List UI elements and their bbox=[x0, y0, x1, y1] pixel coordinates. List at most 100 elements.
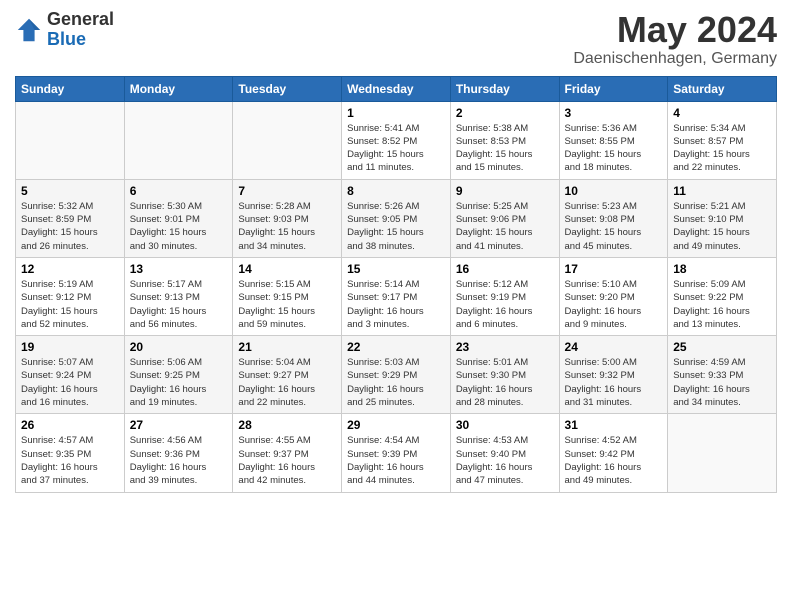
day-info: Sunrise: 4:55 AM Sunset: 9:37 PM Dayligh… bbox=[238, 434, 336, 487]
day-info: Sunrise: 5:10 AM Sunset: 9:20 PM Dayligh… bbox=[565, 278, 663, 331]
calendar-cell: 29 Sunrise: 4:54 AM Sunset: 9:39 PM Dayli… bbox=[342, 414, 451, 492]
day-number: 21 bbox=[238, 340, 336, 354]
day-number: 22 bbox=[347, 340, 445, 354]
calendar-cell: 30 Sunrise: 4:53 AM Sunset: 9:40 PM Dayli… bbox=[450, 414, 559, 492]
calendar-cell: 18 Sunrise: 5:09 AM Sunset: 9:22 PM Dayli… bbox=[668, 257, 777, 335]
day-info: Sunrise: 5:14 AM Sunset: 9:17 PM Dayligh… bbox=[347, 278, 445, 331]
day-info: Sunrise: 4:54 AM Sunset: 9:39 PM Dayligh… bbox=[347, 434, 445, 487]
col-wednesday: Wednesday bbox=[342, 76, 451, 101]
day-number: 29 bbox=[347, 418, 445, 432]
day-number: 4 bbox=[673, 106, 771, 120]
header: General Blue May 2024 Daenischenhagen, G… bbox=[15, 10, 777, 68]
calendar-cell: 7 Sunrise: 5:28 AM Sunset: 9:03 PM Daylig… bbox=[233, 179, 342, 257]
day-number: 30 bbox=[456, 418, 554, 432]
calendar-cell: 20Sunrise: 5:06 AM Sunset: 9:25 PM Dayli… bbox=[124, 336, 233, 414]
day-info: Sunrise: 5:26 AM Sunset: 9:05 PM Dayligh… bbox=[347, 200, 445, 253]
day-info: Sunrise: 5:41 AM Sunset: 8:52 PM Dayligh… bbox=[347, 122, 445, 175]
calendar-week-2: 5 Sunrise: 5:32 AM Sunset: 8:59 PM Daylig… bbox=[16, 179, 777, 257]
calendar-cell: 11 Sunrise: 5:21 AM Sunset: 9:10 PM Dayli… bbox=[668, 179, 777, 257]
calendar-cell: 25 Sunrise: 4:59 AM Sunset: 9:33 PM Dayli… bbox=[668, 336, 777, 414]
calendar-cell: 21 Sunrise: 5:04 AM Sunset: 9:27 PM Dayli… bbox=[233, 336, 342, 414]
calendar-cell: 26Sunrise: 4:57 AM Sunset: 9:35 PM Dayli… bbox=[16, 414, 125, 492]
day-info: Sunrise: 5:04 AM Sunset: 9:27 PM Dayligh… bbox=[238, 356, 336, 409]
logo-text: General Blue bbox=[47, 10, 114, 50]
day-info: Sunrise: 5:03 AM Sunset: 9:29 PM Dayligh… bbox=[347, 356, 445, 409]
day-number: 25 bbox=[673, 340, 771, 354]
calendar-week-1: 1 Sunrise: 5:41 AM Sunset: 8:52 PM Daylig… bbox=[16, 101, 777, 179]
calendar-cell: 15Sunrise: 5:14 AM Sunset: 9:17 PM Dayli… bbox=[342, 257, 451, 335]
col-tuesday: Tuesday bbox=[233, 76, 342, 101]
day-number: 7 bbox=[238, 184, 336, 198]
col-friday: Friday bbox=[559, 76, 668, 101]
calendar-cell: 24Sunrise: 5:00 AM Sunset: 9:32 PM Dayli… bbox=[559, 336, 668, 414]
day-number: 12 bbox=[21, 262, 119, 276]
page-container: General Blue May 2024 Daenischenhagen, G… bbox=[0, 0, 792, 503]
day-info: Sunrise: 5:36 AM Sunset: 8:55 PM Dayligh… bbox=[565, 122, 663, 175]
day-info: Sunrise: 5:30 AM Sunset: 9:01 PM Dayligh… bbox=[130, 200, 228, 253]
day-number: 19 bbox=[21, 340, 119, 354]
day-number: 14 bbox=[238, 262, 336, 276]
calendar-table: Sunday Monday Tuesday Wednesday Thursday… bbox=[15, 76, 777, 493]
calendar-cell: 4 Sunrise: 5:34 AM Sunset: 8:57 PM Daylig… bbox=[668, 101, 777, 179]
day-info: Sunrise: 5:06 AM Sunset: 9:25 PM Dayligh… bbox=[130, 356, 228, 409]
col-thursday: Thursday bbox=[450, 76, 559, 101]
day-info: Sunrise: 4:59 AM Sunset: 9:33 PM Dayligh… bbox=[673, 356, 771, 409]
calendar-cell: 17 Sunrise: 5:10 AM Sunset: 9:20 PM Dayli… bbox=[559, 257, 668, 335]
day-number: 6 bbox=[130, 184, 228, 198]
day-info: Sunrise: 5:15 AM Sunset: 9:15 PM Dayligh… bbox=[238, 278, 336, 331]
calendar-cell bbox=[124, 101, 233, 179]
calendar-cell: 23Sunrise: 5:01 AM Sunset: 9:30 PM Dayli… bbox=[450, 336, 559, 414]
day-number: 18 bbox=[673, 262, 771, 276]
day-info: Sunrise: 5:28 AM Sunset: 9:03 PM Dayligh… bbox=[238, 200, 336, 253]
calendar-cell: 22 Sunrise: 5:03 AM Sunset: 9:29 PM Dayli… bbox=[342, 336, 451, 414]
calendar-week-3: 12 Sunrise: 5:19 AM Sunset: 9:12 PM Dayli… bbox=[16, 257, 777, 335]
calendar-cell: 2 Sunrise: 5:38 AM Sunset: 8:53 PM Daylig… bbox=[450, 101, 559, 179]
day-number: 9 bbox=[456, 184, 554, 198]
day-info: Sunrise: 5:38 AM Sunset: 8:53 PM Dayligh… bbox=[456, 122, 554, 175]
location: Daenischenhagen, Germany bbox=[573, 50, 777, 68]
col-monday: Monday bbox=[124, 76, 233, 101]
calendar-cell bbox=[16, 101, 125, 179]
day-info: Sunrise: 4:53 AM Sunset: 9:40 PM Dayligh… bbox=[456, 434, 554, 487]
calendar-cell: 1 Sunrise: 5:41 AM Sunset: 8:52 PM Daylig… bbox=[342, 101, 451, 179]
day-number: 1 bbox=[347, 106, 445, 120]
calendar-cell: 3 Sunrise: 5:36 AM Sunset: 8:55 PM Daylig… bbox=[559, 101, 668, 179]
title-block: May 2024 Daenischenhagen, Germany bbox=[573, 10, 777, 68]
logo: General Blue bbox=[15, 10, 114, 50]
calendar-cell: 19Sunrise: 5:07 AM Sunset: 9:24 PM Dayli… bbox=[16, 336, 125, 414]
day-number: 28 bbox=[238, 418, 336, 432]
calendar-week-4: 19Sunrise: 5:07 AM Sunset: 9:24 PM Dayli… bbox=[16, 336, 777, 414]
day-info: Sunrise: 5:17 AM Sunset: 9:13 PM Dayligh… bbox=[130, 278, 228, 331]
day-number: 26 bbox=[21, 418, 119, 432]
day-info: Sunrise: 5:25 AM Sunset: 9:06 PM Dayligh… bbox=[456, 200, 554, 253]
day-info: Sunrise: 5:00 AM Sunset: 9:32 PM Dayligh… bbox=[565, 356, 663, 409]
day-info: Sunrise: 5:12 AM Sunset: 9:19 PM Dayligh… bbox=[456, 278, 554, 331]
calendar-cell: 16 Sunrise: 5:12 AM Sunset: 9:19 PM Dayli… bbox=[450, 257, 559, 335]
day-info: Sunrise: 5:01 AM Sunset: 9:30 PM Dayligh… bbox=[456, 356, 554, 409]
calendar-cell: 6 Sunrise: 5:30 AM Sunset: 9:01 PM Daylig… bbox=[124, 179, 233, 257]
day-number: 2 bbox=[456, 106, 554, 120]
calendar-cell: 28 Sunrise: 4:55 AM Sunset: 9:37 PM Dayli… bbox=[233, 414, 342, 492]
day-number: 13 bbox=[130, 262, 228, 276]
col-saturday: Saturday bbox=[668, 76, 777, 101]
day-info: Sunrise: 5:34 AM Sunset: 8:57 PM Dayligh… bbox=[673, 122, 771, 175]
day-info: Sunrise: 5:19 AM Sunset: 9:12 PM Dayligh… bbox=[21, 278, 119, 331]
calendar-cell: 8 Sunrise: 5:26 AM Sunset: 9:05 PM Daylig… bbox=[342, 179, 451, 257]
day-number: 5 bbox=[21, 184, 119, 198]
day-info: Sunrise: 4:52 AM Sunset: 9:42 PM Dayligh… bbox=[565, 434, 663, 487]
calendar-cell: 12 Sunrise: 5:19 AM Sunset: 9:12 PM Dayli… bbox=[16, 257, 125, 335]
day-number: 31 bbox=[565, 418, 663, 432]
day-info: Sunrise: 5:21 AM Sunset: 9:10 PM Dayligh… bbox=[673, 200, 771, 253]
day-info: Sunrise: 5:32 AM Sunset: 8:59 PM Dayligh… bbox=[21, 200, 119, 253]
day-number: 16 bbox=[456, 262, 554, 276]
calendar-cell: 5 Sunrise: 5:32 AM Sunset: 8:59 PM Daylig… bbox=[16, 179, 125, 257]
day-number: 17 bbox=[565, 262, 663, 276]
day-info: Sunrise: 5:23 AM Sunset: 9:08 PM Dayligh… bbox=[565, 200, 663, 253]
header-row: Sunday Monday Tuesday Wednesday Thursday… bbox=[16, 76, 777, 101]
calendar-body: 1 Sunrise: 5:41 AM Sunset: 8:52 PM Daylig… bbox=[16, 101, 777, 492]
day-number: 11 bbox=[673, 184, 771, 198]
day-info: Sunrise: 5:09 AM Sunset: 9:22 PM Dayligh… bbox=[673, 278, 771, 331]
calendar-cell: 14 Sunrise: 5:15 AM Sunset: 9:15 PM Dayli… bbox=[233, 257, 342, 335]
day-number: 3 bbox=[565, 106, 663, 120]
day-number: 8 bbox=[347, 184, 445, 198]
